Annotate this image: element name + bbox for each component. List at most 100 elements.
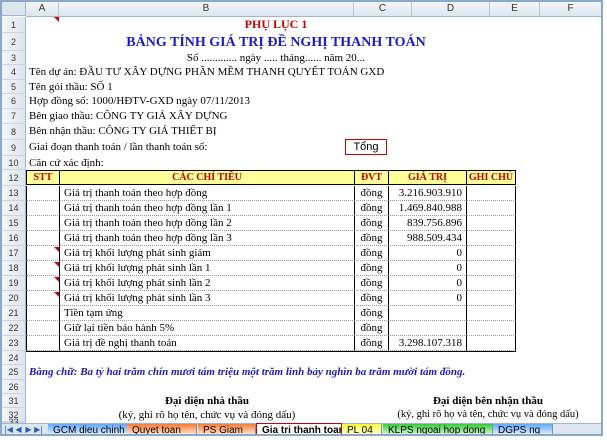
prev-sheet-icon[interactable]: ◀ xyxy=(14,425,23,434)
row-header[interactable]: 17 xyxy=(2,246,26,261)
row-header[interactable]: 6 xyxy=(2,94,26,109)
row-header[interactable]: 23 xyxy=(2,336,26,351)
value-cell[interactable]: 3.298.107.318 xyxy=(388,336,467,351)
unit-cell[interactable]: đồng xyxy=(354,216,389,231)
comment-indicator[interactable] xyxy=(54,17,59,22)
stt-cell[interactable] xyxy=(26,336,60,351)
receiving-party[interactable]: Bên nhận thầu: CÔNG TY GIÁ THIẾT BỊ xyxy=(29,124,329,138)
page-title[interactable]: BẢNG TÍNH GIÁ TRỊ ĐỀ NGHỊ THANH TOÁN xyxy=(26,34,526,52)
column-header-b[interactable]: B xyxy=(59,2,354,16)
row-header[interactable]: 19 xyxy=(2,276,26,291)
row-header[interactable]: 31 xyxy=(2,394,26,408)
note-cell[interactable] xyxy=(466,291,516,306)
sheet-tab[interactable]: PS Giam xyxy=(198,424,256,434)
receiver-signature-note[interactable]: (ký, ghi rõ họ và tên, chức vụ và đóng d… xyxy=(382,408,594,422)
project-name[interactable]: Tên dự án: ĐẦU TƯ XÂY DỰNG PHẦN MỀM THAN… xyxy=(29,65,449,79)
row-header[interactable]: 4 xyxy=(2,65,26,80)
value-cell[interactable]: 0 xyxy=(388,276,467,291)
unit-cell[interactable]: đồng xyxy=(354,276,389,291)
value-cell[interactable]: 0 xyxy=(388,246,467,261)
appendix-label[interactable]: PHỤ LỤC 1 xyxy=(26,17,526,32)
note-cell[interactable] xyxy=(466,231,516,246)
indicator-label-cell[interactable]: Giá trị thanh toán theo hợp đồng xyxy=(59,186,355,201)
sheet-tab[interactable]: DGPS ng xyxy=(493,424,553,434)
first-sheet-icon[interactable]: |◀ xyxy=(4,425,13,434)
note-cell[interactable] xyxy=(466,186,516,201)
unit-cell[interactable]: đồng xyxy=(354,261,389,276)
unit-cell[interactable]: đồng xyxy=(354,186,389,201)
value-cell[interactable] xyxy=(388,321,467,336)
stt-cell[interactable] xyxy=(26,216,60,231)
sheet-tab[interactable]: PL 04 xyxy=(342,424,382,434)
unit-cell[interactable]: đồng xyxy=(354,231,389,246)
value-cell[interactable]: 839.756.896 xyxy=(388,216,467,231)
header-stt[interactable]: STT xyxy=(26,170,60,185)
unit-cell[interactable]: đồng xyxy=(354,321,389,336)
row-header[interactable]: 1 xyxy=(2,17,26,33)
indicator-label-cell[interactable]: Giá trị khối lượng phát sinh lần 3 xyxy=(59,291,355,306)
row-header[interactable]: 21 xyxy=(2,306,26,321)
unit-cell[interactable]: đồng xyxy=(354,336,389,351)
value-cell[interactable] xyxy=(388,306,467,321)
row-header[interactable]: 8 xyxy=(2,124,26,140)
header-dvt[interactable]: ĐVT xyxy=(354,170,389,185)
row-header[interactable]: 24 xyxy=(2,351,26,365)
sheet-tab[interactable]: Quyet toan xyxy=(127,424,197,434)
next-sheet-icon[interactable]: ▶ xyxy=(24,425,33,434)
column-header-a[interactable]: A xyxy=(26,2,59,16)
row-header[interactable]: 10 xyxy=(2,156,26,170)
value-cell[interactable]: 988.509.434 xyxy=(388,231,467,246)
stt-cell[interactable] xyxy=(26,321,60,336)
comment-indicator[interactable] xyxy=(54,262,59,267)
column-header-d[interactable]: D xyxy=(412,2,490,16)
sheet-tab[interactable]: Gia tri thanh toan xyxy=(256,423,342,434)
note-cell[interactable] xyxy=(466,321,516,336)
stt-cell[interactable] xyxy=(26,306,60,321)
row-header[interactable]: 14 xyxy=(2,201,26,216)
comment-indicator[interactable] xyxy=(54,292,59,297)
indicator-label-cell[interactable]: Giá trị thanh toán theo hợp đồng lần 1 xyxy=(59,201,355,216)
stt-cell[interactable] xyxy=(26,231,60,246)
comment-indicator[interactable] xyxy=(54,247,59,252)
indicator-label-cell[interactable]: Giá trị thanh toán theo hợp đồng lần 2 xyxy=(59,216,355,231)
indicator-label-cell[interactable]: Giá trị khối lượng phát sinh lần 1 xyxy=(59,261,355,276)
select-all-corner[interactable] xyxy=(2,2,26,16)
row-header[interactable]: 22 xyxy=(2,321,26,336)
column-header-f[interactable]: F xyxy=(540,2,601,16)
column-header-e[interactable]: E xyxy=(490,2,540,16)
note-cell[interactable] xyxy=(466,216,516,231)
contract-number[interactable]: Hợp đồng số: 1000/HĐTV-GXD ngày 07/11/20… xyxy=(29,94,329,108)
stt-cell[interactable] xyxy=(26,186,60,201)
row-header[interactable]: 26 xyxy=(2,380,26,394)
row-header[interactable]: 20 xyxy=(2,291,26,306)
note-cell[interactable] xyxy=(466,201,516,216)
row-header[interactable]: 3 xyxy=(2,51,26,65)
header-ghi-chu[interactable]: GHI CHÚ xyxy=(466,170,516,185)
payment-phase-label[interactable]: Giai đoạn thanh toán / lần thanh toán số… xyxy=(29,140,329,154)
delivering-party[interactable]: Bên giao thầu: CÔNG TY GIÁ XÂY DỰNG xyxy=(29,109,329,123)
unit-cell[interactable]: đồng xyxy=(354,291,389,306)
unit-cell[interactable]: đồng xyxy=(354,246,389,261)
row-header[interactable]: 16 xyxy=(2,231,26,246)
indicator-label-cell[interactable]: Giá trị khối lượng phát sinh giảm xyxy=(59,246,355,261)
indicator-label-cell[interactable]: Tiền tạm ứng xyxy=(59,306,355,321)
amount-in-words[interactable]: Bằng chữ: Ba tỷ hai trăm chín mươi tám t… xyxy=(29,365,589,379)
row-header[interactable]: 15 xyxy=(2,216,26,231)
row-header[interactable]: 18 xyxy=(2,261,26,276)
contractor-signature-note[interactable]: (ký, ghi rõ họ tên, chức vụ và đóng dấu) xyxy=(59,408,355,422)
row-header[interactable]: 7 xyxy=(2,109,26,124)
row-header[interactable]: 25 xyxy=(2,365,26,380)
number-date-line[interactable]: Số ............. ngày ..... tháng...... … xyxy=(26,52,526,65)
column-header-c[interactable]: C xyxy=(354,2,412,16)
indicator-label-cell[interactable]: Giá trị đề nghị thanh toán xyxy=(59,336,355,351)
stt-cell[interactable] xyxy=(26,201,60,216)
payment-phase-value[interactable]: Tổng xyxy=(345,139,387,155)
unit-cell[interactable]: đồng xyxy=(354,306,389,321)
last-sheet-icon[interactable]: ▶| xyxy=(34,425,43,434)
note-cell[interactable] xyxy=(466,276,516,291)
sheet-tab[interactable]: KLPS ngoai hop dong xyxy=(383,424,493,434)
header-gia-tri[interactable]: GIÁ TRỊ xyxy=(388,170,467,185)
value-cell[interactable]: 0 xyxy=(388,261,467,276)
note-cell[interactable] xyxy=(466,336,516,351)
basis-label[interactable]: Căn cứ xác định: xyxy=(29,156,329,170)
